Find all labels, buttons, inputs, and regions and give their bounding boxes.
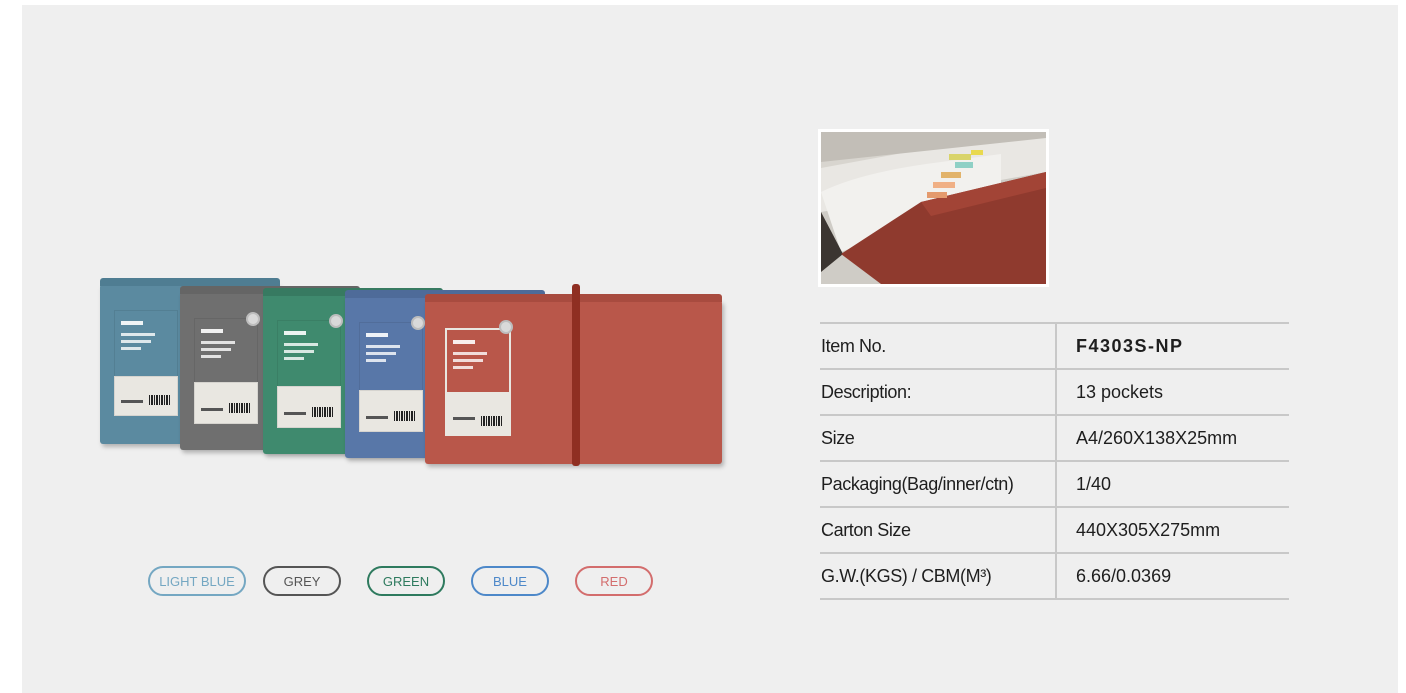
color-tag-blue[interactable]: BLUE	[471, 566, 549, 596]
color-tag-green[interactable]: GREEN	[367, 566, 445, 596]
spec-value: 13 pockets	[1055, 369, 1289, 416]
spec-key: Item No.	[820, 322, 1056, 370]
table-row: G.W.(KGS) / CBM(M³) 6.66/0.0369	[820, 553, 1289, 600]
spec-key: Packaging(Bag/inner/ctn)	[820, 461, 1056, 508]
spec-key: G.W.(KGS) / CBM(M³)	[820, 553, 1056, 600]
spec-table: Item No. F4303S-NP Description: 13 pocke…	[820, 322, 1289, 600]
spec-value: A4/260X138X25mm	[1055, 415, 1289, 462]
spec-value: 440X305X275mm	[1055, 507, 1289, 554]
table-row: Item No. F4303S-NP	[820, 322, 1289, 370]
color-tag-grey[interactable]: GREY	[263, 566, 341, 596]
detail-photo-drawing	[821, 132, 1046, 284]
spec-key: Size	[820, 415, 1056, 462]
spec-value: 6.66/0.0369	[1055, 553, 1289, 600]
table-row: Carton Size 440X305X275mm	[820, 507, 1289, 554]
spec-value: F4303S-NP	[1055, 322, 1289, 370]
elastic-band	[572, 284, 580, 466]
table-row: Size A4/260X138X25mm	[820, 415, 1289, 462]
color-tag-red[interactable]: RED	[575, 566, 653, 596]
table-row: Packaging(Bag/inner/ctn) 1/40	[820, 461, 1289, 508]
spec-key: Carton Size	[820, 507, 1056, 554]
color-tag-light-blue[interactable]: LIGHT BLUE	[148, 566, 246, 596]
table-row: Description: 13 pockets	[820, 369, 1289, 416]
spec-key: Description:	[820, 369, 1056, 416]
spec-value: 1/40	[1055, 461, 1289, 508]
detail-photo	[818, 129, 1049, 287]
product-image	[100, 278, 725, 466]
